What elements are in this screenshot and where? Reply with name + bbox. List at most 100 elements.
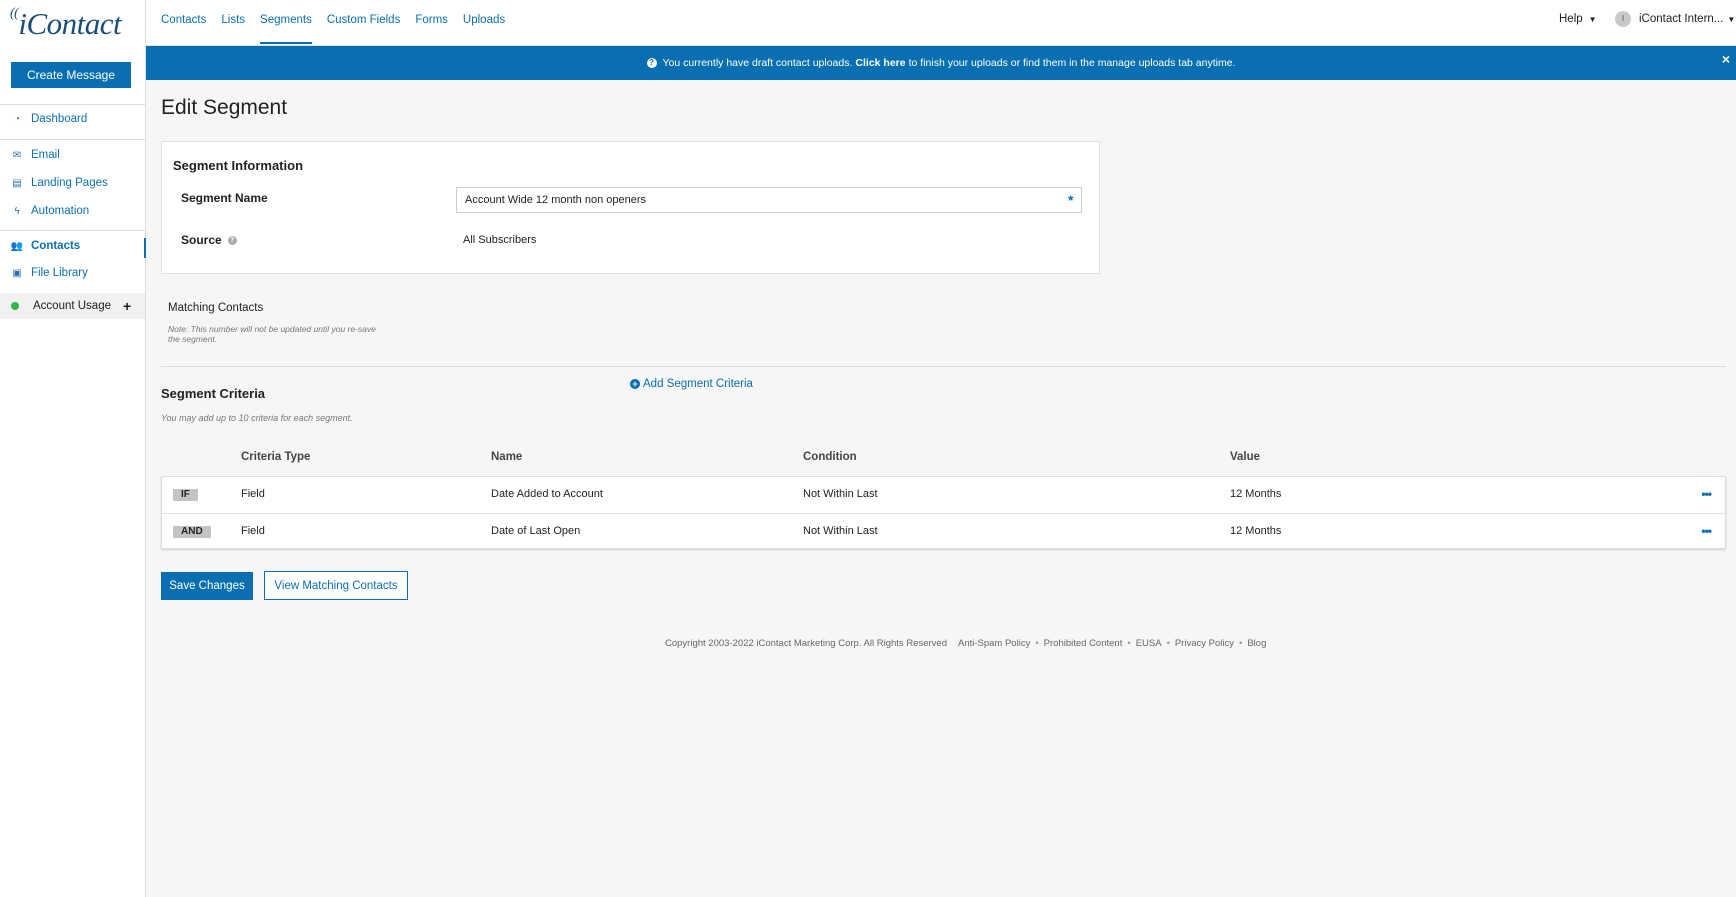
criteria-type-cell: Field [241,488,265,500]
landing-page-icon: ▤ [12,177,22,189]
sidebar: ((iContact Create Message ◔ Dashboard ✉ … [0,0,146,897]
icontact-logo[interactable]: ((iContact [0,0,145,46]
source-label: Source? [181,233,237,247]
close-icon[interactable]: × [1722,51,1730,67]
dashboard-icon: ◔ [13,113,21,125]
caret-down-icon: ▼ [1588,15,1597,24]
matching-contacts-title: Matching Contacts [168,302,264,314]
help-menu[interactable]: Help ▼ [1559,13,1597,25]
tab-bar: Contacts Lists Segments Custom Fields Fo… [161,0,505,46]
sidebar-item-label: Dashboard [31,113,88,125]
operator-badge: IF [173,489,198,501]
segment-name-input[interactable] [456,187,1082,213]
segment-name-label: Segment Name [181,191,268,205]
segment-criteria-title: Segment Criteria [161,386,266,401]
footer-link-eusa[interactable]: EUSA [1136,638,1162,649]
table-row[interactable]: AND Field Date of Last Open Not Within L… [162,513,1725,549]
segment-criteria-note: You may add up to 10 criteria for each s… [161,413,353,423]
criteria-condition-cell: Not Within Last [803,525,878,537]
image-icon: ▣ [12,267,22,279]
divider [0,104,145,105]
page-title: Edit Segment [161,96,288,119]
criteria-type-cell: Field [241,525,265,537]
criteria-value-cell: 12 Months [1230,488,1282,500]
footer-link-anti-spam[interactable]: Anti-Spam Policy [958,638,1030,649]
user-name: iContact Intern... [1639,13,1724,25]
more-options-icon[interactable]: ••• [1701,487,1712,501]
criteria-value-cell: 12 Months [1230,525,1282,537]
add-criteria-label: Add Segment Criteria [643,378,753,390]
caret-down-icon: ▼ [1727,14,1736,24]
segment-information-card: Segment Information Segment Name * Sourc… [161,141,1100,274]
criteria-name-cell: Date of Last Open [491,525,581,537]
column-header-name: Name [491,451,523,463]
active-indicator [144,238,146,258]
tab-lists[interactable]: Lists [221,0,245,46]
help-icon[interactable]: ? [227,236,237,246]
tab-forms[interactable]: Forms [415,0,448,46]
account-usage-label: Account Usage [33,300,111,312]
required-icon: * [1068,192,1074,208]
footer-link-privacy-policy[interactable]: Privacy Policy [1175,638,1234,649]
account-usage[interactable]: Account Usage + [0,293,145,319]
sidebar-item-file-library[interactable]: ▣ File Library [11,267,88,279]
column-header-criteria-type: Criteria Type [241,451,311,463]
help-label: Help [1559,13,1583,25]
criteria-condition-cell: Not Within Last [803,488,878,500]
envelope-icon: ✉ [12,149,22,161]
banner-text-end: to finish your uploads or find them in t… [908,57,1236,69]
banner-text: You currently have draft contact uploads… [662,57,853,69]
column-header-value: Value [1230,451,1261,463]
draft-uploads-banner: ? You currently have draft contact uploa… [146,46,1736,80]
banner-click-here-link[interactable]: Click here [855,57,905,69]
tab-contacts[interactable]: Contacts [161,0,206,46]
sidebar-item-label: Email [31,149,60,161]
source-label-text: Source [181,233,222,247]
copyright-text: Copyright 2003-2022 iContact Marketing C… [665,638,947,649]
sidebar-item-automation[interactable]: ϟ Automation [11,205,89,217]
footer: Copyright 2003-2022 iContact Marketing C… [665,638,1266,649]
criteria-table: IF Field Date Added to Account Not Withi… [161,476,1726,549]
tab-segments[interactable]: Segments [260,0,312,46]
section-divider [161,366,1726,367]
sidebar-item-email[interactable]: ✉ Email [11,149,60,161]
add-segment-criteria-link[interactable]: + Add Segment Criteria [630,378,753,390]
table-row[interactable]: IF Field Date Added to Account Not Withi… [162,477,1725,513]
sidebar-item-label: Automation [31,205,90,217]
separator-dot: • [1127,638,1131,649]
tab-uploads[interactable]: Uploads [463,0,505,46]
view-matching-contacts-button[interactable]: View Matching Contacts [264,571,408,600]
source-value: All Subscribers [463,234,537,246]
question-icon: ? [646,58,657,68]
footer-link-blog[interactable]: Blog [1247,638,1266,649]
separator-dot: • [1035,638,1039,649]
create-message-button[interactable]: Create Message [11,62,131,88]
separator-dot: • [1239,638,1243,649]
users-icon: 👥 [10,240,24,252]
divider [0,139,145,140]
user-menu[interactable]: I iContact Intern... ▼ [1615,11,1735,27]
more-options-icon[interactable]: ••• [1701,524,1712,538]
operator-badge: AND [173,526,211,538]
sidebar-item-landing-pages[interactable]: ▤ Landing Pages [11,177,108,189]
sidebar-item-label: Contacts [31,240,81,252]
matching-contacts-note: Note: This number will not be updated un… [168,324,376,344]
sidebar-item-label: File Library [31,267,88,279]
bolt-icon: ϟ [14,205,20,217]
separator-dot: • [1166,638,1170,649]
section-heading: Segment Information [173,158,304,173]
status-dot-icon [11,302,19,310]
divider [0,230,145,231]
plus-circle-icon: + [630,379,640,389]
column-header-condition: Condition [803,451,857,463]
save-changes-button[interactable]: Save Changes [161,572,253,600]
sidebar-item-label: Landing Pages [31,177,108,189]
avatar: I [1615,11,1631,27]
criteria-name-cell: Date Added to Account [491,488,603,500]
plus-icon[interactable]: + [123,298,131,314]
tab-custom-fields[interactable]: Custom Fields [327,0,401,46]
footer-link-prohibited-content[interactable]: Prohibited Content [1044,638,1123,649]
top-navigation: Contacts Lists Segments Custom Fields Fo… [146,0,1736,46]
sidebar-item-contacts[interactable]: 👥 Contacts [11,240,80,252]
sidebar-item-dashboard[interactable]: ◔ Dashboard [11,113,87,125]
